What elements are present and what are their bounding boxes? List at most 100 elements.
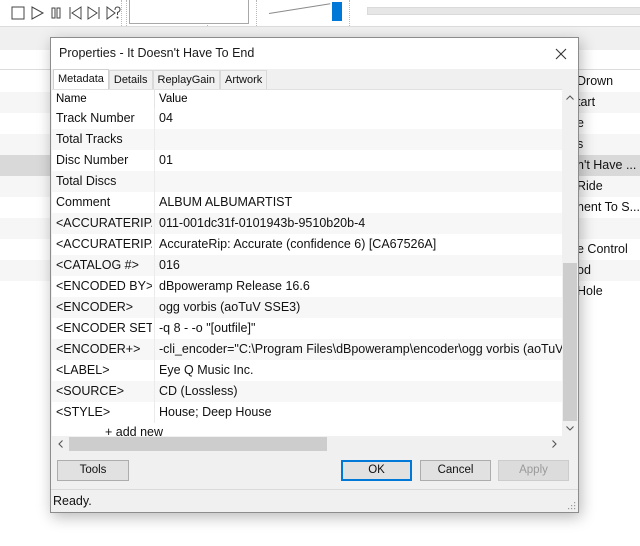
horizontal-scroll-thumb[interactable] [69, 437, 327, 451]
add-new-field[interactable]: + add new [105, 425, 163, 436]
field-value[interactable]: 04 [159, 108, 562, 129]
field-name[interactable]: Comment [56, 192, 152, 213]
dialog-tabs: Metadata Details ReplayGain Artwork [53, 69, 268, 89]
metadata-row[interactable]: Track Number 04 [52, 108, 562, 129]
horizontal-scrollbar[interactable] [52, 436, 562, 452]
playlist-row-title: tart [577, 95, 596, 109]
seekbar-area [360, 0, 640, 26]
column-header-value[interactable]: Value [159, 90, 188, 108]
field-value[interactable]: dBpoweramp Release 16.6 [159, 276, 562, 297]
cell-divider [154, 318, 155, 339]
cell-divider [154, 339, 155, 360]
metadata-row[interactable]: Total Tracks [52, 129, 562, 150]
dialog-titlebar[interactable]: Properties - It Doesn't Have To End [51, 38, 578, 69]
metadata-row[interactable]: <STYLE> House; Deep House [52, 402, 562, 423]
field-name[interactable]: Track Number [56, 108, 152, 129]
field-value[interactable]: ogg vorbis (aoTuV SSE3) [159, 297, 562, 318]
field-name[interactable]: <STYLE> [56, 402, 152, 423]
field-value[interactable]: 011-001dc31f-0101943b-9510b20b-4 [159, 213, 562, 234]
metadata-row[interactable]: <SOURCE> CD (Lossless) [52, 381, 562, 402]
scroll-left-button[interactable] [52, 436, 68, 452]
field-value[interactable]: -cli_encoder="C:\Program Files\dBpoweram… [159, 339, 562, 360]
playlist-row-title: Drown [577, 74, 614, 88]
field-name[interactable]: <LABEL> [56, 360, 152, 381]
scroll-up-button[interactable] [562, 89, 578, 105]
next-button[interactable] [86, 3, 102, 23]
chevron-right-icon [551, 440, 557, 448]
cell-divider [154, 381, 155, 402]
field-name[interactable]: <SOURCE> [56, 381, 152, 402]
field-value[interactable]: House; Deep House [159, 402, 562, 423]
tools-button[interactable]: Tools [57, 460, 129, 481]
cell-divider [154, 360, 155, 381]
column-divider[interactable] [154, 90, 155, 108]
tab-details[interactable]: Details [108, 70, 153, 89]
field-value[interactable]: AccurateRip: Accurate (confidence 6) [CA… [159, 234, 562, 255]
vertical-scrollbar[interactable] [562, 89, 578, 436]
tab-metadata[interactable]: Metadata [53, 69, 109, 89]
field-value[interactable]: -q 8 - -o "[outfile]" [159, 318, 562, 339]
scroll-down-button[interactable] [562, 420, 578, 436]
pause-icon [51, 7, 61, 19]
tab-replaygain[interactable]: ReplayGain [152, 70, 220, 89]
metadata-row[interactable]: <ACCURATERIP... 011-001dc31f-0101943b-951… [52, 213, 562, 234]
metadata-row[interactable]: <LABEL> Eye Q Music Inc. [52, 360, 562, 381]
chevron-down-icon [566, 425, 574, 431]
close-button[interactable] [546, 38, 576, 69]
metadata-row[interactable]: <ENCODER> ogg vorbis (aoTuV SSE3) [52, 297, 562, 318]
play-icon [31, 6, 45, 20]
playlist-row-title: Hole [577, 284, 603, 298]
metadata-row[interactable]: Comment ALBUM ALBUMARTIST [52, 192, 562, 213]
field-name[interactable]: <ACCURATERIP... [56, 234, 152, 255]
metadata-row[interactable]: Total Discs [52, 171, 562, 192]
volume-slider[interactable] [256, 0, 350, 26]
random-button[interactable] [105, 3, 121, 23]
field-name[interactable]: <ENCODER SET... [56, 318, 152, 339]
cell-divider [154, 108, 155, 129]
field-name[interactable]: <ENCODED BY> [56, 276, 152, 297]
field-name[interactable]: <ACCURATERIP... [56, 213, 152, 234]
chevron-up-icon [566, 94, 574, 100]
cell-divider [154, 234, 155, 255]
ok-button[interactable]: OK [341, 460, 412, 481]
random-icon [106, 6, 121, 20]
cancel-button[interactable]: Cancel [420, 460, 491, 481]
field-value[interactable]: 01 [159, 150, 562, 171]
status-divider [51, 489, 578, 490]
field-name[interactable]: <ENCODER> [56, 297, 152, 318]
metadata-row[interactable]: <ENCODER SET... -q 8 - -o "[outfile]" [52, 318, 562, 339]
pause-button[interactable] [48, 3, 64, 23]
field-name[interactable]: Total Discs [56, 171, 152, 192]
metadata-row[interactable]: <CATALOG #> 016 [52, 255, 562, 276]
metadata-row[interactable]: <ENCODER+> -cli_encoder="C:\Program File… [52, 339, 562, 360]
resize-grip-icon[interactable] [566, 500, 576, 510]
field-value[interactable]: CD (Lossless) [159, 381, 562, 402]
cell-divider [154, 297, 155, 318]
volume-thumb[interactable] [332, 2, 342, 21]
play-button[interactable] [29, 3, 45, 23]
field-name[interactable]: <CATALOG #> [56, 255, 152, 276]
vertical-scroll-thumb[interactable] [563, 263, 577, 421]
field-value[interactable]: ALBUM ALBUMARTIST [159, 192, 562, 213]
column-header-name[interactable]: Name [56, 90, 87, 108]
seekbar[interactable] [367, 7, 640, 15]
field-name[interactable]: Total Tracks [56, 129, 152, 150]
field-name[interactable]: Disc Number [56, 150, 152, 171]
metadata-row[interactable]: Disc Number 01 [52, 150, 562, 171]
field-value[interactable]: Eye Q Music Inc. [159, 360, 562, 381]
cell-divider [154, 213, 155, 234]
dialog-title: Properties - It Doesn't Have To End [59, 46, 255, 60]
metadata-row[interactable]: <ENCODED BY> dBpoweramp Release 16.6 [52, 276, 562, 297]
toolbar-field[interactable] [129, 0, 249, 24]
tab-artwork[interactable]: Artwork [219, 70, 268, 89]
apply-button[interactable]: Apply [498, 460, 569, 481]
scroll-right-button[interactable] [546, 436, 562, 452]
field-value[interactable]: 016 [159, 255, 562, 276]
field-name[interactable]: <ENCODER+> [56, 339, 152, 360]
chevron-left-icon [57, 440, 63, 448]
metadata-row[interactable]: <ACCURATERIP... AccurateRip: Accurate (co… [52, 234, 562, 255]
stop-icon [11, 6, 25, 20]
stop-button[interactable] [10, 3, 26, 23]
playlist-row-title: od [577, 263, 591, 277]
previous-button[interactable] [67, 3, 83, 23]
